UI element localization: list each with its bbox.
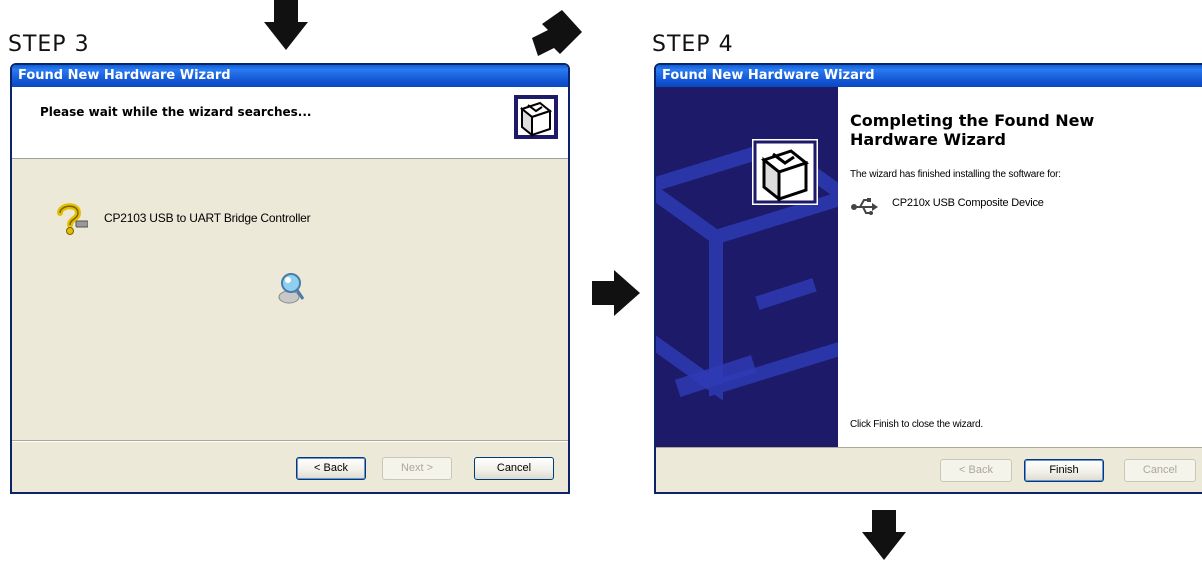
finish-button[interactable]: Finish	[1024, 459, 1104, 482]
wizard-content: Completing the Found New Hardware Wizard…	[838, 87, 1202, 447]
arrow-diagonal-icon	[532, 10, 582, 56]
wizard-footer: < Back Finish Cancel	[656, 447, 1202, 492]
finish-instruction: Click Finish to close the wizard.	[850, 419, 983, 430]
window-title: Found New Hardware Wizard	[656, 65, 1202, 87]
device-row: CP2103 USB to UART Bridge Controller	[52, 201, 311, 235]
wizard-sidebar	[656, 87, 838, 447]
step-4-label: STEP 4	[652, 32, 734, 57]
hardware-wizard-icon	[514, 95, 558, 139]
device-name: CP2103 USB to UART Bridge Controller	[104, 211, 311, 225]
window-title: Found New Hardware Wizard	[12, 65, 568, 87]
info-text: The wizard has finished installing the s…	[850, 169, 1061, 180]
arrow-down-icon	[264, 0, 308, 50]
unknown-device-icon	[57, 203, 88, 235]
cancel-button[interactable]: Cancel	[1124, 459, 1196, 482]
searching-icon	[278, 273, 305, 304]
next-button[interactable]: Next >	[382, 457, 452, 480]
back-button[interactable]: < Back	[940, 459, 1012, 482]
completion-heading-line1: Completing the Found New	[850, 111, 1095, 130]
installed-device-row: CP210x USB Composite Device	[850, 195, 1044, 215]
usb-icon	[851, 198, 878, 215]
step-3-label: STEP 3	[8, 32, 90, 57]
arrow-down-icon	[862, 510, 906, 560]
completion-heading: Completing the Found New Hardware Wizard	[850, 111, 1094, 149]
wizard-header: Please wait while the wizard searches...	[12, 87, 568, 159]
found-new-hardware-wizard-searching: Found New Hardware Wizard Please wait wh…	[10, 63, 570, 494]
hardware-wizard-icon	[752, 139, 818, 205]
back-button[interactable]: < Back	[296, 457, 366, 480]
completion-heading-line2: Hardware Wizard	[850, 130, 1007, 149]
cancel-button[interactable]: Cancel	[474, 457, 554, 480]
installed-device-name: CP210x USB Composite Device	[892, 197, 1044, 209]
footer-separator	[12, 440, 568, 442]
arrow-right-icon	[592, 270, 640, 316]
header-title: Please wait while the wizard searches...	[40, 105, 312, 119]
found-new-hardware-wizard-complete: Found New Hardware Wizard Completing the…	[654, 63, 1202, 494]
